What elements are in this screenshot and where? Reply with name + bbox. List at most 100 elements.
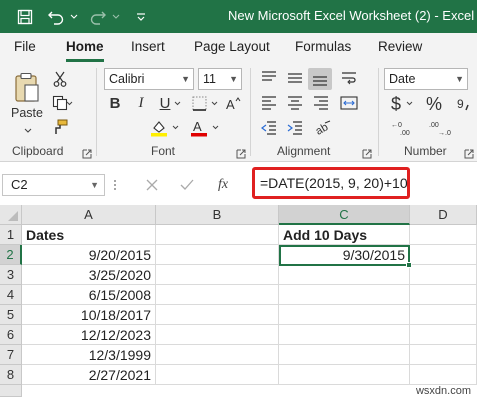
font-color-dropdown-icon[interactable] [210, 122, 220, 132]
clipboard-launcher-icon[interactable] [82, 146, 92, 159]
percent-format-button[interactable]: % [424, 93, 444, 115]
cell-d3[interactable] [410, 265, 477, 285]
cell-d2[interactable] [410, 245, 477, 265]
name-box[interactable]: C2 ▼ [2, 174, 105, 196]
enter-check-icon[interactable] [180, 174, 194, 196]
column-header-a[interactable]: A [22, 205, 156, 225]
paste-button[interactable]: Paste [10, 68, 44, 124]
undo-dropdown-icon[interactable] [69, 0, 79, 33]
merge-center-icon[interactable] [338, 93, 360, 113]
cell-b3[interactable] [156, 265, 279, 285]
tab-review[interactable]: Review [378, 39, 422, 54]
decrease-decimal-icon[interactable]: .00 →.0 [426, 118, 462, 138]
cell-a1[interactable]: Dates [22, 225, 156, 245]
comma-style-icon[interactable]: 9 [452, 93, 476, 115]
font-launcher-icon[interactable] [236, 146, 246, 159]
cell-a7[interactable]: 12/3/1999 [22, 345, 156, 365]
cell-a2[interactable]: 9/20/2015 [22, 245, 156, 265]
cell-b1[interactable] [156, 225, 279, 245]
cell-d1[interactable] [410, 225, 477, 245]
formula-bar-options-icon[interactable] [113, 174, 117, 196]
fill-handle[interactable] [406, 262, 412, 268]
number-launcher-icon[interactable] [464, 146, 474, 159]
undo-icon[interactable] [44, 0, 68, 33]
cell-b8[interactable] [156, 365, 279, 385]
row-header[interactable]: 1 [0, 225, 22, 245]
row-header[interactable]: 3 [0, 265, 22, 285]
cell-c1[interactable]: Add 10 Days [279, 225, 410, 245]
cell-b2[interactable] [156, 245, 279, 265]
italic-button[interactable]: I [134, 94, 148, 112]
cell-c8[interactable] [279, 365, 410, 385]
redo-icon[interactable] [86, 0, 110, 33]
row-header[interactable]: 8 [0, 365, 22, 385]
tab-file[interactable]: File [14, 39, 36, 54]
top-align-icon[interactable] [258, 68, 280, 88]
column-header-d[interactable]: D [410, 205, 477, 225]
cell-b7[interactable] [156, 345, 279, 365]
cell-c5[interactable] [279, 305, 410, 325]
cell-d8[interactable] [410, 365, 477, 385]
cell-a3[interactable]: 3/25/2020 [22, 265, 156, 285]
cell-b4[interactable] [156, 285, 279, 305]
orientation-icon[interactable]: ab [312, 118, 334, 138]
cell-c6[interactable] [279, 325, 410, 345]
fill-color-icon[interactable] [148, 118, 170, 138]
save-icon[interactable] [14, 0, 36, 33]
wrap-text-icon[interactable] [338, 68, 360, 88]
row-header[interactable]: 2 [0, 245, 22, 265]
font-name-combo[interactable]: Calibri ▼ [104, 68, 194, 90]
middle-align-icon[interactable] [284, 68, 306, 88]
underline-dropdown-icon[interactable] [172, 98, 182, 108]
formula-input[interactable]: =DATE(2015, 9, 20)+10 [252, 167, 410, 199]
customize-toolbar-icon[interactable] [132, 0, 150, 33]
paste-dropdown-icon[interactable] [22, 126, 34, 136]
copy-dropdown-icon[interactable] [64, 98, 74, 108]
fill-color-dropdown-icon[interactable] [170, 122, 180, 132]
cell-b6[interactable] [156, 325, 279, 345]
cell-b5[interactable] [156, 305, 279, 325]
cell-c4[interactable] [279, 285, 410, 305]
currency-dropdown-icon[interactable] [404, 98, 414, 108]
tab-home[interactable]: Home [66, 39, 104, 54]
cell-d7[interactable] [410, 345, 477, 365]
cell-c7[interactable] [279, 345, 410, 365]
cell-a4[interactable]: 6/15/2008 [22, 285, 156, 305]
cell-d4[interactable] [410, 285, 477, 305]
format-painter-icon[interactable] [50, 118, 70, 136]
column-header-c[interactable]: C [279, 205, 410, 225]
increase-decimal-icon[interactable]: ←0.00 [388, 118, 424, 138]
row-header[interactable]: 7 [0, 345, 22, 365]
cell-d6[interactable] [410, 325, 477, 345]
decrease-indent-icon[interactable] [258, 118, 280, 138]
tab-insert[interactable]: Insert [131, 39, 165, 54]
alignment-launcher-icon[interactable] [362, 146, 372, 159]
select-all-corner[interactable] [0, 205, 22, 225]
bottom-align-icon[interactable] [308, 68, 332, 90]
number-format-combo[interactable]: Date ▼ [384, 68, 468, 90]
row-header[interactable]: 5 [0, 305, 22, 325]
column-header-b[interactable]: B [156, 205, 279, 225]
underline-button[interactable]: U [158, 94, 172, 112]
bold-button[interactable]: B [108, 94, 122, 112]
increase-font-icon[interactable]: A [224, 94, 242, 112]
cancel-icon[interactable] [146, 174, 158, 196]
align-right-icon[interactable] [310, 93, 332, 113]
insert-function-icon[interactable]: fx [218, 174, 228, 196]
tab-formulas[interactable]: Formulas [295, 39, 351, 54]
borders-icon[interactable] [190, 94, 208, 112]
row-header[interactable] [0, 385, 22, 397]
cut-icon[interactable] [50, 70, 70, 88]
tab-page-layout[interactable]: Page Layout [194, 39, 270, 54]
align-left-icon[interactable] [258, 93, 280, 113]
currency-format-button[interactable]: $ [388, 93, 404, 115]
row-header[interactable]: 6 [0, 325, 22, 345]
align-center-icon[interactable] [284, 93, 306, 113]
cell-c3[interactable] [279, 265, 410, 285]
cell-a6[interactable]: 12/12/2023 [22, 325, 156, 345]
cell-a5[interactable]: 10/18/2017 [22, 305, 156, 325]
increase-indent-icon[interactable] [284, 118, 306, 138]
borders-dropdown-icon[interactable] [209, 98, 219, 108]
font-color-icon[interactable]: A [188, 118, 210, 138]
font-size-combo[interactable]: 11 ▼ [198, 68, 242, 90]
